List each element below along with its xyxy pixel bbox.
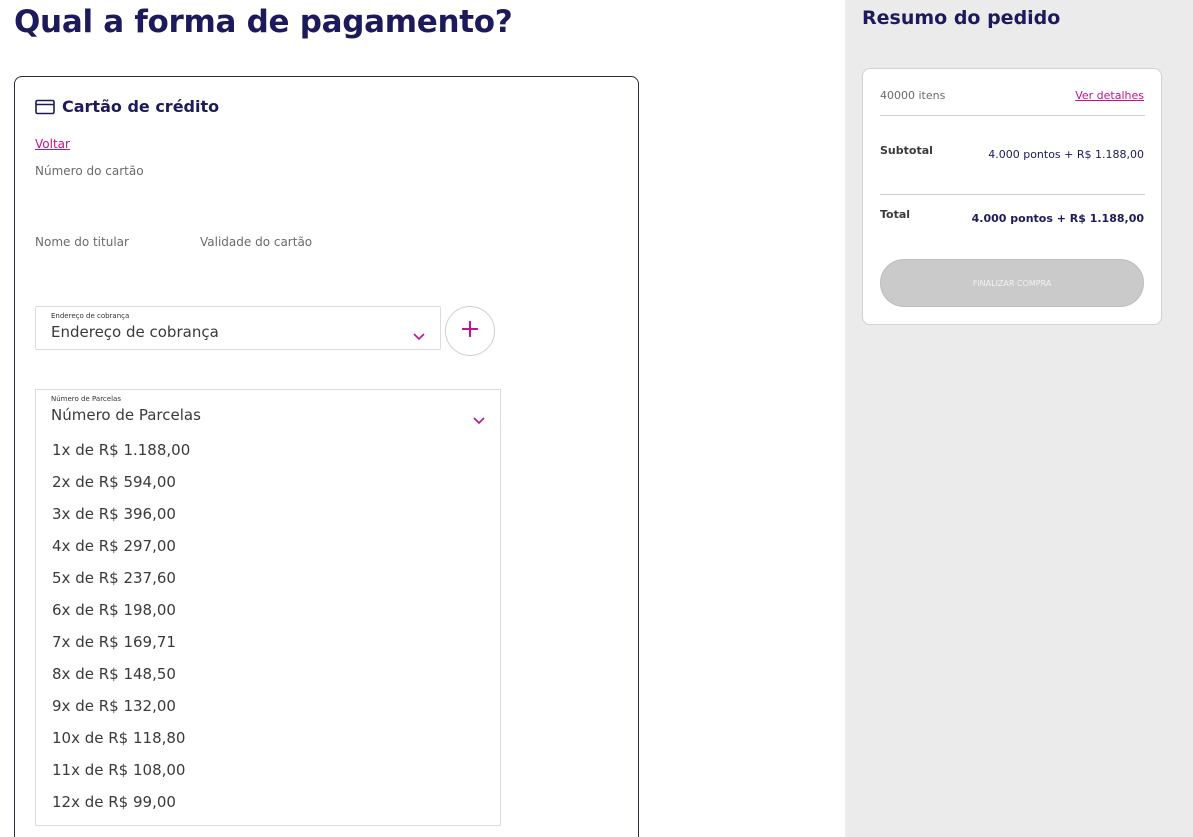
subtotal-label: Subtotal: [880, 144, 933, 157]
billing-address-label: Endereço de cobrança: [51, 312, 130, 320]
billing-address-select[interactable]: Endereço de cobrança Endereço de cobranç…: [35, 306, 441, 350]
billing-address-value: Endereço de cobrança: [51, 323, 219, 341]
total-label: Total: [880, 208, 911, 221]
divider: [880, 194, 1145, 195]
holder-name-field[interactable]: Nome do titular: [35, 235, 129, 249]
installment-option[interactable]: 3x de R$ 396,00: [36, 498, 500, 530]
installment-option[interactable]: 9x de R$ 132,00: [36, 690, 500, 722]
add-address-button[interactable]: [445, 306, 495, 356]
installments-value: Número de Parcelas: [51, 406, 201, 424]
installment-option[interactable]: 7x de R$ 169,71: [36, 626, 500, 658]
back-link[interactable]: Voltar: [35, 137, 70, 151]
payment-section: Qual a forma de pagamento? Cartão de cré…: [0, 0, 845, 837]
installment-option[interactable]: 2x de R$ 594,00: [36, 466, 500, 498]
card-header: Cartão de crédito: [35, 97, 219, 116]
payment-method-title: Cartão de crédito: [62, 97, 220, 116]
credit-card-form: Cartão de crédito Voltar Número do cartã…: [14, 76, 639, 837]
installment-option[interactable]: 12x de R$ 99,00: [36, 786, 500, 818]
page-title: Qual a forma de pagamento?: [14, 4, 513, 40]
finalize-purchase-button[interactable]: FINALIZAR COMPRA: [880, 259, 1144, 307]
installment-option[interactable]: 10x de R$ 118,80: [36, 722, 500, 754]
chevron-down-icon: [412, 326, 426, 341]
installment-option[interactable]: 4x de R$ 297,00: [36, 530, 500, 562]
order-summary-panel: Resumo do pedido 40000 itens Ver detalhe…: [845, 0, 1193, 837]
summary-title: Resumo do pedido: [862, 7, 1061, 29]
credit-card-icon: [35, 99, 55, 115]
installments-options: 1x de R$ 1.188,00 2x de R$ 594,00 3x de …: [36, 434, 500, 818]
installment-option[interactable]: 8x de R$ 148,50: [36, 658, 500, 690]
divider: [880, 115, 1145, 116]
installment-option[interactable]: 1x de R$ 1.188,00: [36, 434, 500, 466]
plus-icon: [460, 319, 480, 343]
chevron-down-icon: [472, 410, 486, 425]
summary-card: 40000 itens Ver detalhes Subtotal 4.000 …: [862, 68, 1162, 325]
items-count: 40000 itens: [880, 89, 946, 102]
total-value: 4.000 pontos + R$ 1.188,00: [971, 212, 1144, 225]
expiry-field[interactable]: Validade do cartão: [200, 235, 312, 249]
installment-option[interactable]: 6x de R$ 198,00: [36, 594, 500, 626]
view-details-link[interactable]: Ver detalhes: [1075, 89, 1144, 102]
installments-select[interactable]: Número de Parcelas Número de Parcelas 1x…: [35, 389, 501, 826]
card-number-field[interactable]: Número do cartão: [35, 164, 144, 178]
subtotal-value: 4.000 pontos + R$ 1.188,00: [988, 148, 1144, 161]
installment-option[interactable]: 5x de R$ 237,60: [36, 562, 500, 594]
installments-label: Número de Parcelas: [51, 395, 121, 403]
installment-option[interactable]: 11x de R$ 108,00: [36, 754, 500, 786]
